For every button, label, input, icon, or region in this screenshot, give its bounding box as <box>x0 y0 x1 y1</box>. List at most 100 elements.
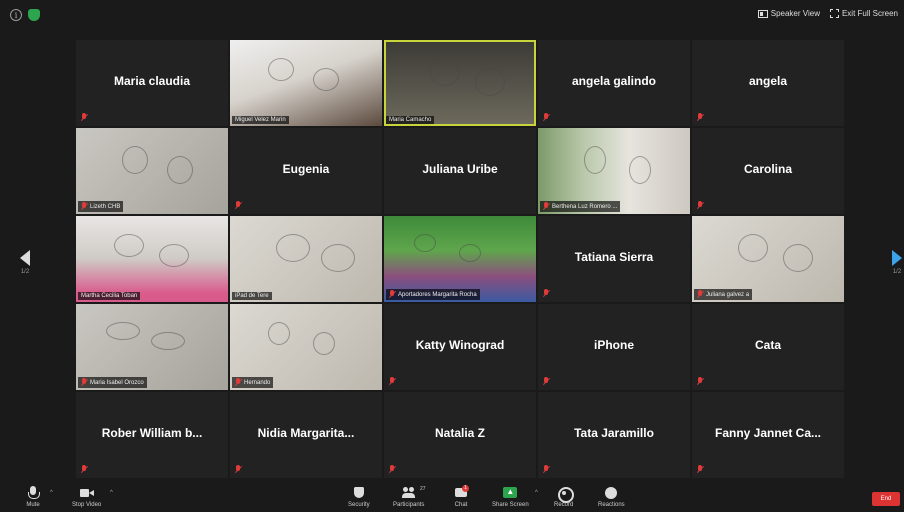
participant-tile[interactable]: Maria claudia <box>76 40 228 126</box>
participant-tile[interactable]: Juliana Uribe <box>384 128 536 214</box>
participant-name: Nidia Margarita... <box>257 426 355 440</box>
participant-tile[interactable]: Berthena Luz Romero ... <box>538 128 690 214</box>
muted-microphone-icon <box>543 202 549 211</box>
record-icon <box>557 486 574 503</box>
video-feed-detail <box>414 234 436 252</box>
participant-video-label: Hernando <box>232 377 274 388</box>
video-options-chevron-icon[interactable]: ^ <box>110 490 113 496</box>
muted-indicator <box>235 201 241 210</box>
participant-label-text: Martha Cecilia Toban <box>81 293 138 299</box>
video-feed-detail <box>313 68 339 91</box>
page-indicator-right: 1/2 <box>892 269 902 275</box>
share-options-chevron-icon[interactable]: ^ <box>535 490 538 496</box>
chat-button[interactable]: 1 Chat <box>454 485 469 508</box>
participant-label-text: Aportadores Margarita Rocha <box>398 291 477 298</box>
muted-microphone-icon <box>697 465 703 474</box>
info-icon[interactable]: i <box>10 9 22 21</box>
muted-microphone-icon <box>697 290 703 299</box>
participant-name: Cata <box>754 338 781 352</box>
microphone-icon <box>26 486 40 500</box>
muted-indicator <box>389 465 395 474</box>
muted-indicator <box>543 113 549 122</box>
participant-tile[interactable]: Fanny Jannet Ca... <box>692 392 844 478</box>
reactions-button[interactable]: Reactions <box>598 486 625 508</box>
participant-tile[interactable]: angela <box>692 40 844 126</box>
stop-video-button[interactable]: Stop Video <box>72 486 101 508</box>
participant-name: iPhone <box>593 338 634 352</box>
muted-indicator <box>543 377 549 386</box>
muted-microphone-icon <box>389 465 395 474</box>
exit-fullscreen-button[interactable]: Exit Full Screen <box>829 9 898 18</box>
participant-tile[interactable]: Juliana galvez a <box>692 216 844 302</box>
participant-tile[interactable]: Tatiana Sierra <box>538 216 690 302</box>
muted-microphone-icon <box>697 377 703 386</box>
muted-indicator <box>697 201 703 210</box>
share-screen-button[interactable]: Share Screen <box>492 486 529 508</box>
video-feed-detail <box>276 234 310 262</box>
video-feed-detail <box>268 58 294 81</box>
muted-microphone-icon <box>543 289 549 298</box>
security-button[interactable]: Security <box>348 486 370 508</box>
participant-tile[interactable]: Cata <box>692 304 844 390</box>
share-screen-label: Share Screen <box>492 502 529 508</box>
participant-video-label: Maria Isabel Orozco <box>78 377 147 388</box>
participant-tile[interactable]: Maria Camacho <box>384 40 536 126</box>
participant-name: Carolina <box>743 162 792 176</box>
video-feed-detail <box>159 244 189 267</box>
participant-tile[interactable]: Natalia Z <box>384 392 536 478</box>
participant-tile[interactable]: Eugenia <box>230 128 382 214</box>
participant-tile[interactable]: angela galindo <box>538 40 690 126</box>
mute-button[interactable]: Mute <box>26 486 40 508</box>
muted-microphone-icon <box>81 378 87 387</box>
participant-tile[interactable]: Miguel Velez Marin <box>230 40 382 126</box>
record-label: Record <box>554 502 574 508</box>
arrow-left-icon <box>20 250 30 266</box>
participant-label-text: Maria Isabel Orozco <box>90 379 144 386</box>
video-feed-detail <box>738 234 768 262</box>
muted-indicator <box>81 113 87 122</box>
video-feed-detail <box>114 234 144 257</box>
mute-label: Mute <box>26 502 40 508</box>
muted-indicator <box>697 377 703 386</box>
chat-label: Chat <box>454 502 468 508</box>
participant-name: Eugenia <box>282 162 330 176</box>
participant-tile[interactable]: Nidia Margarita... <box>230 392 382 478</box>
participant-tile[interactable]: iPad de Tere <box>230 216 382 302</box>
end-meeting-button[interactable]: End <box>872 492 900 506</box>
video-feed-detail <box>783 244 813 272</box>
participant-tile[interactable]: iPhone <box>538 304 690 390</box>
encryption-shield-icon[interactable] <box>28 9 40 21</box>
previous-page-button[interactable]: 1/2 <box>18 250 32 280</box>
smiley-icon <box>604 486 618 500</box>
participant-tile[interactable]: Maria Isabel Orozco <box>76 304 228 390</box>
muted-microphone-icon <box>697 113 703 122</box>
exit-fullscreen-label: Exit Full Screen <box>841 9 898 18</box>
muted-microphone-icon <box>81 113 87 122</box>
participant-name: angela <box>748 74 787 88</box>
video-feed-detail <box>313 332 335 355</box>
gallery-grid: Maria claudia Miguel Velez Marin Maria Cam… <box>76 40 848 480</box>
speaker-view-button[interactable]: Speaker View <box>757 9 820 18</box>
participant-tile[interactable]: Hernando <box>230 304 382 390</box>
participant-video-label: Martha Cecilia Toban <box>78 292 141 300</box>
participant-tile[interactable]: Martha Cecilia Toban <box>76 216 228 302</box>
page-indicator-left: 1/2 <box>20 269 30 275</box>
participant-tile[interactable]: Katty Winograd <box>384 304 536 390</box>
view-controls: Speaker View Exit Full Screen <box>757 9 898 18</box>
participant-tile[interactable]: Aportadores Margarita Rocha <box>384 216 536 302</box>
chat-icon: 1 <box>454 485 469 500</box>
muted-microphone-icon <box>81 202 87 211</box>
muted-indicator <box>81 465 87 474</box>
next-page-button[interactable]: 1/2 <box>890 250 904 280</box>
audio-options-chevron-icon[interactable]: ^ <box>50 490 53 496</box>
participant-name: Juliana Uribe <box>422 162 498 176</box>
video-feed-detail <box>475 68 505 96</box>
participant-tile[interactable]: Lizeth CHB <box>76 128 228 214</box>
video-feed-detail <box>459 244 481 262</box>
participant-tile[interactable]: Rober William b... <box>76 392 228 478</box>
participant-tile[interactable]: Tata Jaramillo <box>538 392 690 478</box>
record-button[interactable]: Record <box>554 486 574 508</box>
participant-tile[interactable]: Carolina <box>692 128 844 214</box>
security-label: Security <box>348 502 370 508</box>
video-feed-detail <box>629 156 651 184</box>
